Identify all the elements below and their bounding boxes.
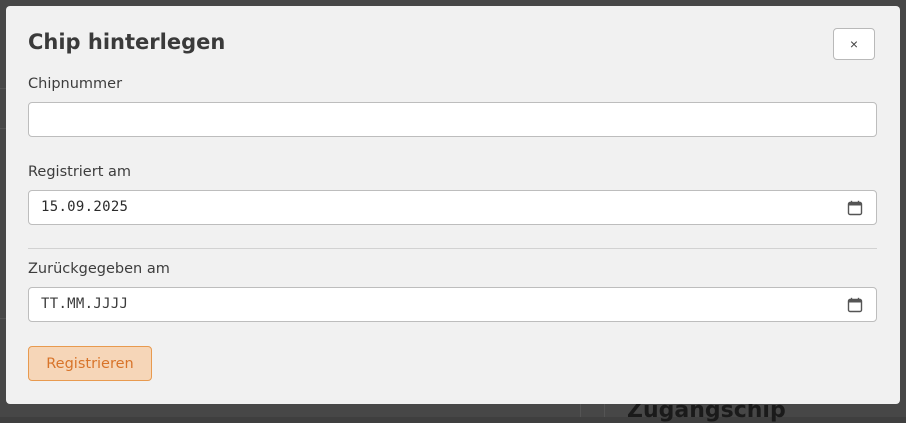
returned-on-date-input[interactable]: TT.MM.JJJJ	[28, 287, 877, 322]
form-divider	[28, 248, 877, 249]
close-button[interactable]: ×	[833, 28, 875, 60]
returned-on-placeholder: TT.MM.JJJJ	[41, 296, 129, 312]
calendar-icon[interactable]	[847, 297, 863, 313]
chip-number-label: Chipnummer	[28, 76, 123, 92]
modal-title: Chip hinterlegen	[28, 30, 226, 54]
close-icon: ×	[849, 36, 859, 52]
registered-on-date-input[interactable]: 15.09.2025	[28, 190, 877, 225]
registered-on-value: 15.09.2025	[41, 199, 129, 215]
background-divider	[604, 404, 605, 417]
registered-on-label: Registriert am	[28, 164, 131, 180]
chip-modal: Chip hinterlegen × Chipnummer Registrier…	[6, 6, 900, 404]
chip-number-input[interactable]	[28, 102, 877, 137]
returned-on-label: Zurückgegeben am	[28, 261, 170, 277]
background-divider	[580, 404, 581, 417]
register-button[interactable]: Registrieren	[28, 346, 152, 381]
calendar-icon[interactable]	[847, 200, 863, 216]
